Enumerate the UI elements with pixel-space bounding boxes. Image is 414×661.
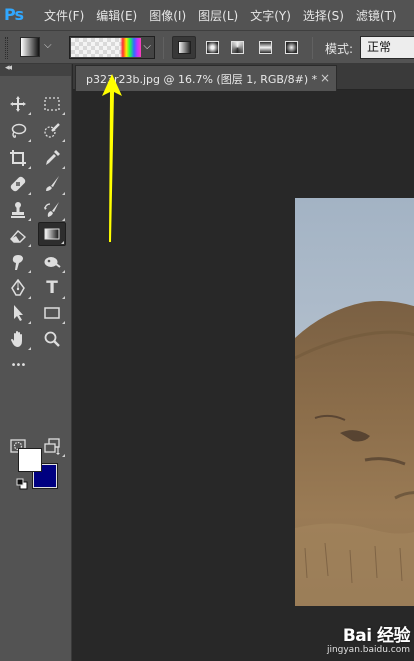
menu-filter[interactable]: 滤镜(T) — [356, 7, 397, 24]
lasso-tool[interactable] — [4, 119, 32, 143]
mode-label: 模式: — [325, 42, 354, 56]
watermark: Bai 经验 jingyan.baidu.com — [326, 621, 411, 655]
dodge-icon — [44, 257, 61, 268]
gradient-tool[interactable] — [38, 222, 66, 246]
menu-edit[interactable]: 编辑(E) — [96, 7, 137, 24]
edit-toolbar-button[interactable]: ••• — [4, 353, 32, 377]
toolbox-header: ◂◂ — [0, 63, 71, 76]
quick-select-tool[interactable] — [38, 119, 66, 143]
move-tool[interactable] — [4, 92, 32, 116]
annotation-arrow-icon — [102, 74, 122, 242]
smudge-icon — [12, 255, 23, 270]
healing-brush-tool[interactable] — [4, 172, 32, 196]
path-selection-tool[interactable] — [4, 301, 32, 325]
dodge-tool[interactable] — [38, 250, 66, 274]
menu-select[interactable]: 选择(S) — [303, 7, 344, 24]
angle-gradient-button[interactable] — [225, 36, 249, 59]
gradient-swatch[interactable] — [71, 38, 141, 57]
menu-layer[interactable]: 图层(L) — [198, 7, 238, 24]
rectangle-tool[interactable] — [38, 301, 66, 325]
history-brush-tool[interactable] — [38, 198, 66, 222]
brush-icon — [46, 176, 59, 191]
stamp-icon — [11, 202, 25, 218]
divider — [163, 37, 164, 59]
radial-gradient-button[interactable] — [200, 36, 224, 59]
gradient-icon — [44, 228, 60, 240]
eraser-tool[interactable] — [4, 224, 32, 248]
type-icon: T — [46, 278, 58, 298]
menu-image[interactable]: 图像(I) — [149, 7, 186, 24]
rectangle-icon — [44, 307, 60, 319]
marquee-tool[interactable] — [38, 92, 66, 116]
foreground-color-swatch[interactable] — [18, 448, 42, 472]
zoom-tool[interactable] — [38, 327, 66, 351]
tool-preset-picker[interactable] — [20, 37, 40, 57]
linear-gradient-button[interactable] — [172, 36, 196, 59]
more-tools-icon: ••• — [10, 359, 27, 371]
collapse-panel-icon[interactable]: ◂◂ — [5, 63, 12, 73]
document-tab-bar: p323r23b.jpg @ 16.7% (图层 1, RGB/8#) * × — [73, 64, 414, 91]
eyedropper-icon — [46, 150, 60, 165]
menu-bar: Ps 文件(F) 编辑(E) 图像(I) 图层(L) 文字(Y) 选择(S) 滤… — [0, 0, 414, 30]
mode-select[interactable]: 正常 — [360, 36, 414, 59]
document-image[interactable] — [295, 198, 414, 606]
watermark-logo: Bai 经验 — [342, 626, 411, 646]
linear-gradient-icon — [177, 41, 191, 54]
diamond-gradient-button[interactable] — [279, 36, 303, 59]
options-bar: ⌵ ⌵ 模式: 正常 — [0, 30, 414, 64]
eyedropper-tool[interactable] — [38, 146, 66, 170]
toolbox: ◂◂ T ••• — [0, 63, 72, 661]
path-select-icon — [14, 305, 23, 321]
crop-icon — [10, 150, 26, 166]
reflected-gradient-button[interactable] — [253, 36, 277, 59]
eraser-icon — [10, 230, 27, 243]
canvas-area[interactable] — [73, 91, 414, 661]
diamond-gradient-icon — [284, 41, 298, 54]
options-bar-grip[interactable] — [5, 37, 8, 59]
hand-icon — [11, 331, 22, 347]
crop-tool[interactable] — [4, 146, 32, 170]
close-icon[interactable]: × — [320, 71, 330, 85]
default-colors-icon[interactable] — [16, 478, 28, 490]
photoshop-logo: Ps — [4, 5, 24, 24]
divider — [312, 37, 313, 59]
history-brush-icon — [44, 202, 59, 217]
screen-mode-icon — [44, 438, 60, 453]
clone-stamp-tool[interactable] — [4, 198, 32, 222]
chevron-down-icon[interactable]: ⌵ — [44, 40, 52, 51]
lasso-icon — [11, 123, 27, 138]
landscape-photo — [295, 198, 414, 606]
menu-type[interactable]: 文字(Y) — [250, 7, 291, 24]
type-tool[interactable]: T — [38, 276, 66, 300]
brush-tool[interactable] — [38, 172, 66, 196]
pen-tool[interactable] — [4, 276, 32, 300]
screen-mode-button[interactable] — [38, 434, 66, 458]
radial-gradient-icon — [205, 41, 219, 54]
smudge-tool[interactable] — [4, 250, 32, 274]
zoom-icon — [44, 331, 60, 347]
marquee-icon — [44, 97, 60, 111]
pen-icon — [11, 279, 25, 296]
healing-icon — [10, 176, 26, 192]
quick-select-icon — [44, 123, 60, 138]
hand-tool[interactable] — [4, 327, 32, 351]
menu-file[interactable]: 文件(F) — [44, 7, 84, 24]
reflected-gradient-icon — [258, 41, 272, 54]
watermark-url: jingyan.baidu.com — [326, 645, 410, 655]
move-icon — [10, 96, 26, 112]
chevron-down-icon[interactable]: ⌵ — [143, 41, 151, 52]
gradient-picker[interactable]: ⌵ — [69, 36, 155, 59]
angle-gradient-icon — [230, 41, 244, 54]
